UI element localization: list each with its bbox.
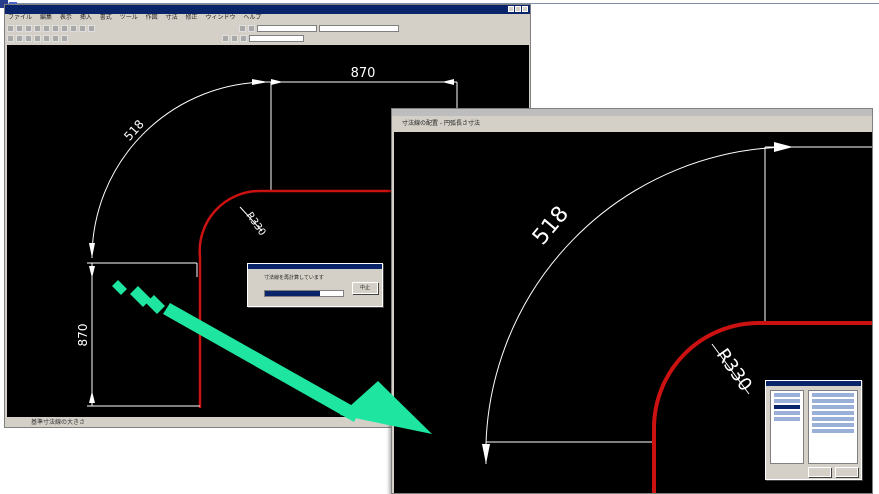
arrow-dash <box>112 280 127 295</box>
arrow-head <box>340 381 432 434</box>
arrow-shaft <box>163 303 360 422</box>
big-diagonal-arrow-icon <box>112 280 432 434</box>
